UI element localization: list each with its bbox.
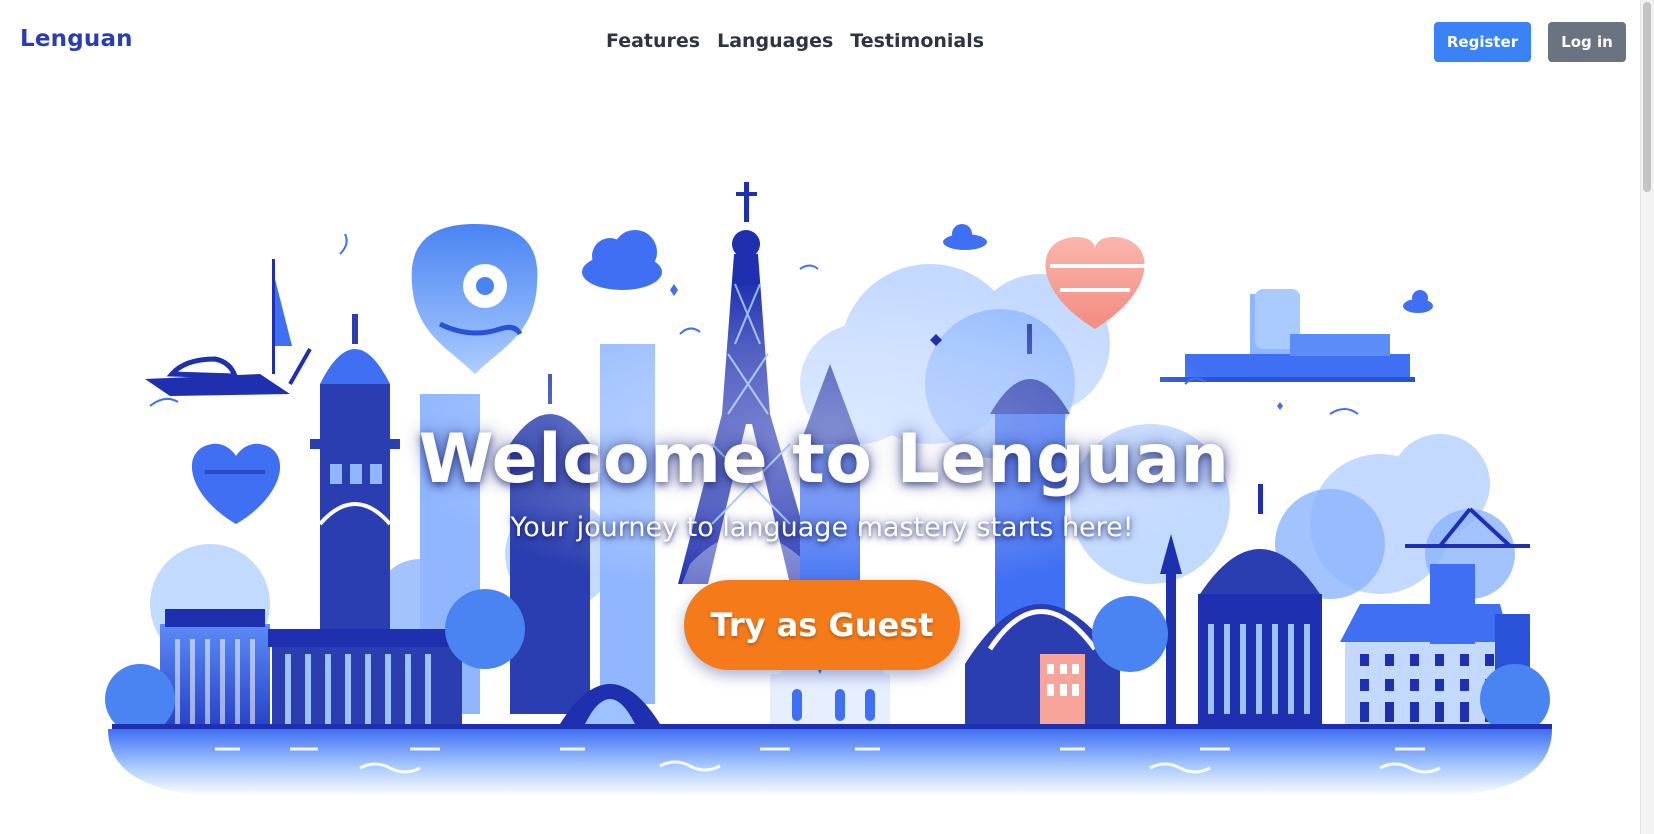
register-button[interactable]: Register — [1434, 22, 1531, 62]
hero-section: Welcome to Lenguan Your journey to langu… — [0, 84, 1640, 834]
brand-logo-link[interactable]: Lenguan — [20, 26, 133, 52]
main-nav: Features Languages Testimonials — [606, 30, 984, 52]
try-as-guest-button[interactable]: Try as Guest — [684, 580, 960, 670]
hero-subtitle: Your journey to language mastery starts … — [510, 512, 1134, 543]
hero-title: Welcome to Lenguan — [418, 420, 1230, 499]
nav-link-features[interactable]: Features — [606, 30, 700, 52]
page-scrollbar[interactable] — [1640, 0, 1654, 834]
scrollbar-thumb[interactable] — [1643, 2, 1651, 192]
login-button[interactable]: Log in — [1548, 22, 1626, 62]
nav-link-testimonials[interactable]: Testimonials — [850, 30, 984, 52]
nav-link-languages[interactable]: Languages — [717, 30, 833, 52]
top-navbar: Lenguan Features Languages Testimonials … — [0, 0, 1640, 84]
